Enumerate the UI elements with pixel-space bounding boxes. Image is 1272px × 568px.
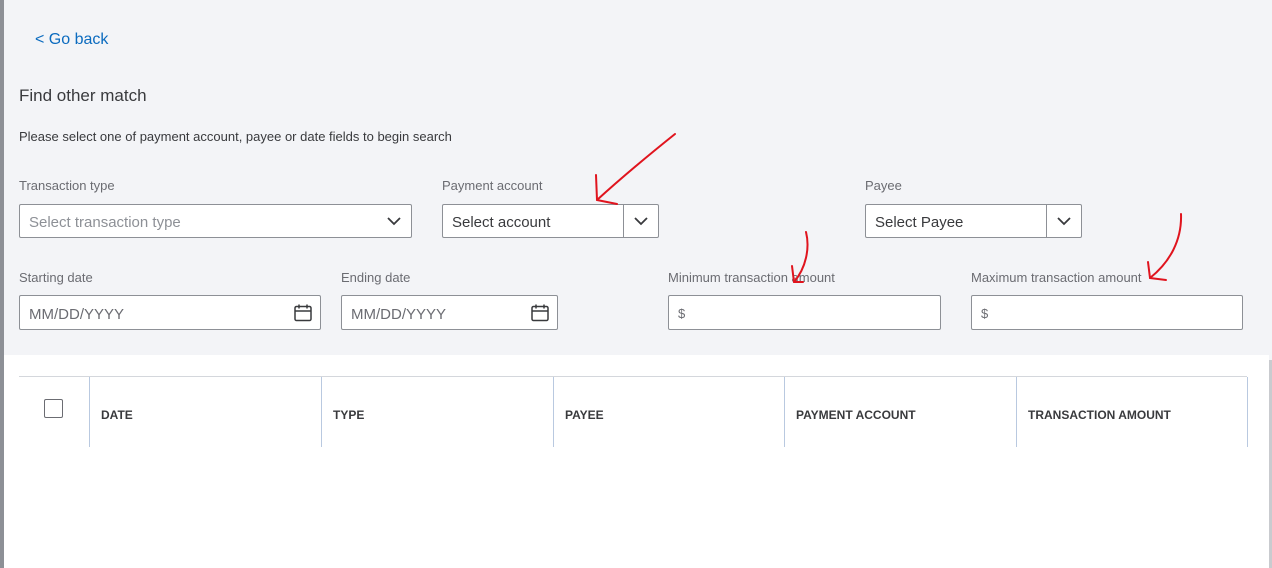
transaction-type-label: Transaction type [19, 178, 115, 193]
calendar-icon[interactable] [530, 303, 550, 328]
search-instructions: Please select one of payment account, pa… [19, 129, 452, 144]
go-back-link[interactable]: < Go back [35, 31, 108, 49]
max-amount-field[interactable]: $ [971, 295, 1243, 330]
column-header-type[interactable]: TYPE [321, 377, 553, 447]
column-header-label: PAYMENT ACCOUNT [796, 408, 916, 422]
column-header-label: PAYEE [565, 408, 604, 422]
payment-account-placeholder: Select account [452, 214, 551, 231]
ending-date-placeholder: MM/DD/YYYY [351, 306, 447, 323]
min-amount-label: Minimum transaction amount [668, 270, 835, 285]
page-title: Find other match [19, 86, 147, 105]
column-header-payee[interactable]: PAYEE [553, 377, 784, 447]
column-header-label: DATE [101, 408, 133, 422]
payment-account-label: Payment account [442, 178, 543, 193]
column-header-payment-account[interactable]: PAYMENT ACCOUNT [784, 377, 1016, 447]
transaction-type-select[interactable]: Select transaction type [19, 204, 412, 238]
currency-symbol: $ [678, 306, 686, 321]
select-all-cell [19, 377, 89, 447]
starting-date-placeholder: MM/DD/YYYY [29, 306, 125, 323]
payee-label: Payee [865, 178, 902, 193]
annotation-arrow-payment-account [595, 133, 676, 205]
column-header-label: TRANSACTION AMOUNT [1028, 408, 1171, 422]
calendar-icon[interactable] [293, 303, 313, 328]
payment-account-select[interactable]: Select account [442, 204, 659, 238]
select-all-checkbox[interactable] [44, 399, 63, 418]
ending-date-label: Ending date [341, 270, 411, 285]
column-header-date[interactable]: DATE [89, 377, 321, 447]
chevron-down-icon[interactable] [377, 205, 411, 237]
max-amount-label: Maximum transaction amount [971, 270, 1142, 285]
min-amount-field[interactable]: $ [668, 295, 941, 330]
column-header-transaction-amount[interactable]: TRANSACTION AMOUNT [1016, 377, 1248, 447]
results-table-panel: DATE TYPE PAYEE PAYMENT ACCOUNT TRANSACT… [4, 355, 1269, 568]
results-table-header: DATE TYPE PAYEE PAYMENT ACCOUNT TRANSACT… [19, 376, 1248, 447]
column-header-label: TYPE [333, 408, 365, 422]
currency-symbol: $ [981, 306, 989, 321]
starting-date-field[interactable]: MM/DD/YYYY [19, 295, 321, 330]
annotation-arrow-max-amount [1147, 213, 1183, 281]
transaction-type-placeholder: Select transaction type [29, 214, 181, 231]
chevron-down-icon[interactable] [623, 205, 658, 237]
starting-date-label: Starting date [19, 270, 93, 285]
ending-date-field[interactable]: MM/DD/YYYY [341, 295, 558, 330]
payee-placeholder: Select Payee [875, 214, 964, 231]
chevron-down-icon[interactable] [1046, 205, 1081, 237]
payee-select[interactable]: Select Payee [865, 204, 1082, 238]
